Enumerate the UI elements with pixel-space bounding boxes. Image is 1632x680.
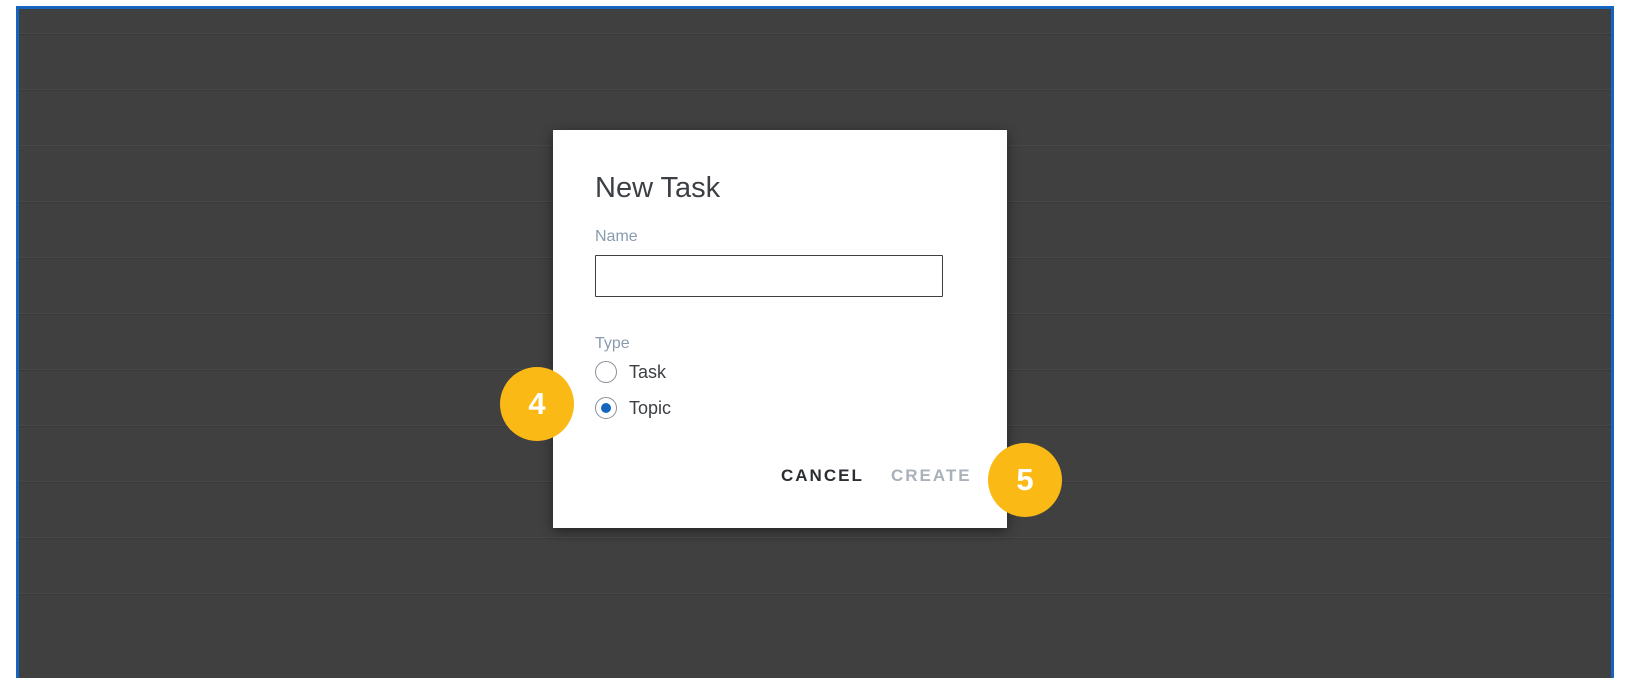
name-label: Name	[595, 228, 638, 245]
new-task-dialog: New Task Name Type Task Topic CANCEL CRE…	[553, 130, 1007, 528]
step-badge-5: 5	[988, 443, 1062, 517]
create-button[interactable]: CREATE	[891, 466, 972, 486]
type-option-topic[interactable]: Topic	[595, 397, 671, 419]
step-badge-4: 4	[500, 367, 574, 441]
topic-radio-label: Topic	[629, 397, 672, 418]
type-label: Type	[595, 335, 630, 352]
name-input[interactable]	[595, 255, 943, 297]
topic-radio-button[interactable]	[595, 397, 617, 419]
task-radio-button[interactable]	[595, 361, 617, 383]
dialog-title: New Task	[595, 172, 721, 204]
task-radio-label: Task	[629, 361, 667, 382]
cancel-button[interactable]: CANCEL	[781, 466, 864, 486]
type-option-task[interactable]: Task	[595, 361, 666, 383]
